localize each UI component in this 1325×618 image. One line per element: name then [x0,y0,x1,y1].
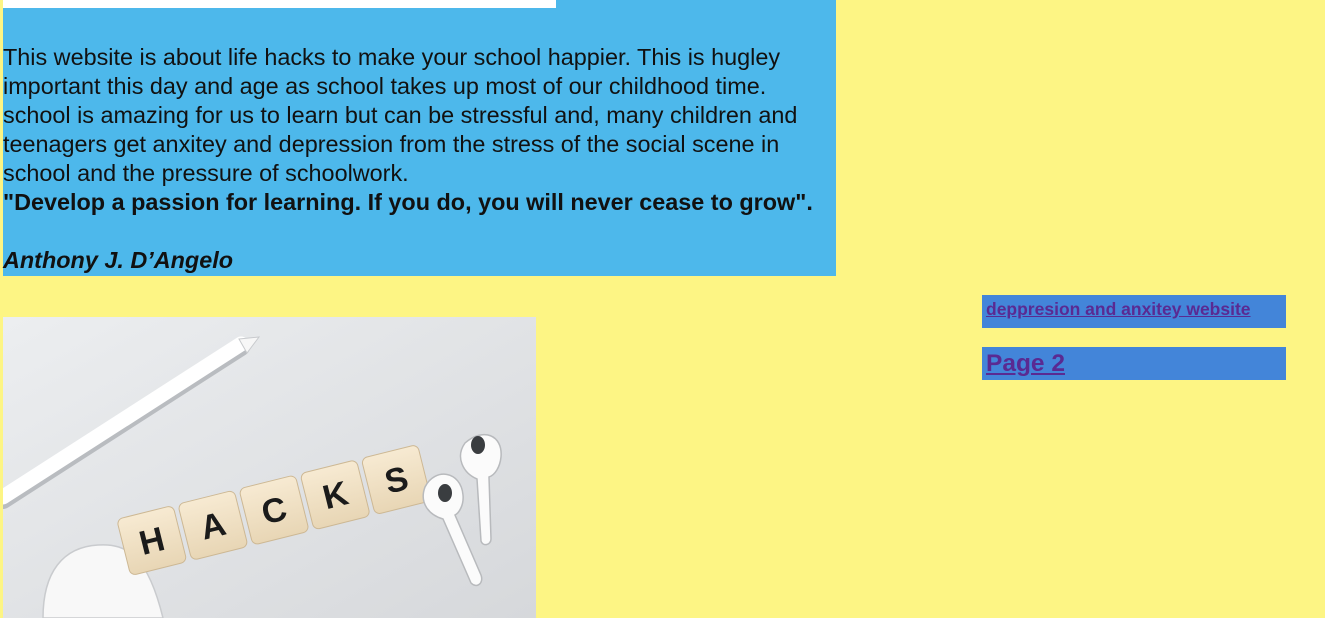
depression-anxiety-link[interactable]: deppresion and anxitey website [986,295,1286,323]
depression-link-container: deppresion and anxitey website [982,295,1286,328]
page2-link-container: Page 2 [982,347,1286,380]
quote-author: Anthony J. D’Angelo [3,247,234,273]
quote-text: "Develop a passion for learning. If you … [3,189,813,215]
white-banner-strip [3,0,556,8]
hacks-image: H A C K S [3,317,536,618]
intro-paragraph: This website is about life hacks to make… [3,44,798,186]
page-2-link[interactable]: Page 2 [986,347,1286,381]
